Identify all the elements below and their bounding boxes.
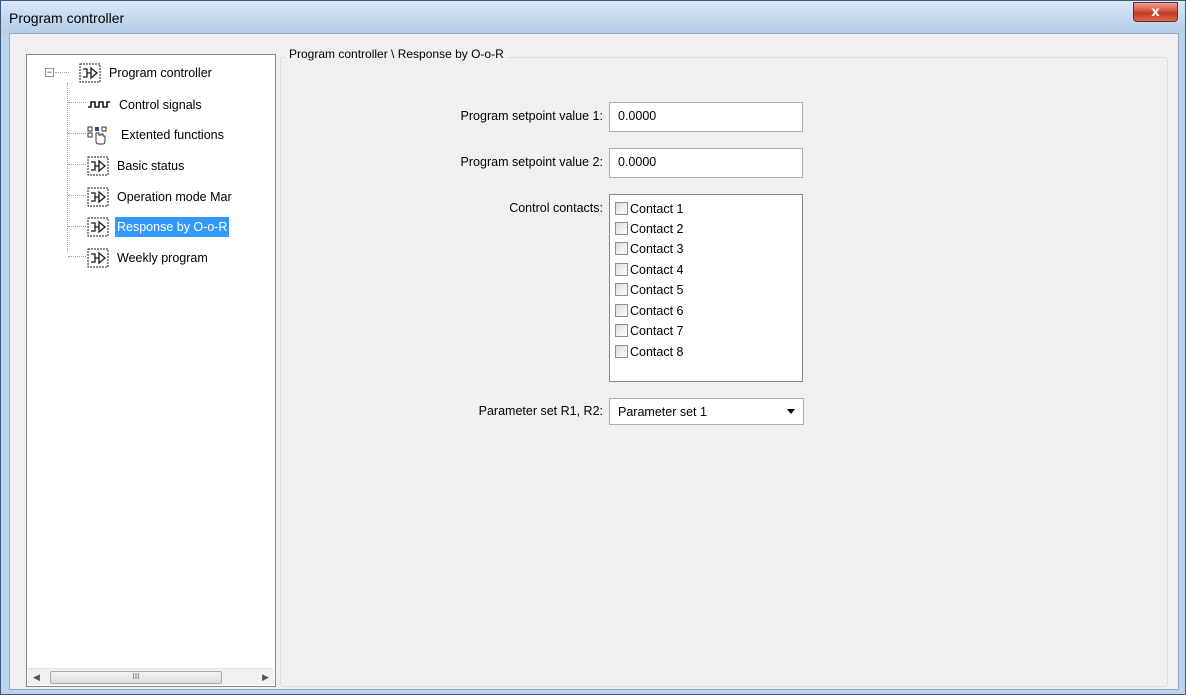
contact-2-checkbox[interactable]: Contact 2 bbox=[615, 218, 684, 239]
contact-7-checkbox[interactable]: Contact 7 bbox=[615, 320, 684, 341]
checkbox-icon[interactable] bbox=[615, 324, 628, 337]
scroll-left-icon[interactable]: ◀ bbox=[28, 669, 45, 686]
setpoint-1-field[interactable]: 0.0000 bbox=[609, 102, 803, 132]
program-controller-icon bbox=[79, 63, 101, 83]
tree-connector-line bbox=[68, 195, 86, 196]
contact-3-checkbox[interactable]: Contact 3 bbox=[615, 238, 684, 259]
tree-item-weekly-program[interactable]: Weekly program bbox=[87, 246, 210, 270]
checkbox-icon[interactable] bbox=[615, 222, 628, 235]
setpoint-1-label: Program setpoint value 1: bbox=[460, 109, 603, 123]
contact-label: Contact 1 bbox=[630, 201, 684, 216]
tree-item-label: Program controller bbox=[109, 66, 212, 80]
contact-1-checkbox[interactable]: Contact 1 bbox=[615, 198, 684, 219]
chevron-down-icon[interactable] bbox=[787, 409, 795, 414]
tree-connector-line bbox=[68, 256, 86, 257]
contact-4-checkbox[interactable]: Contact 4 bbox=[615, 259, 684, 280]
contact-8-checkbox[interactable]: Contact 8 bbox=[615, 341, 684, 362]
control-contacts-list[interactable]: Contact 1 Contact 2 Contact 3 Contact 4 … bbox=[609, 194, 803, 382]
tree-connector-line bbox=[67, 83, 68, 253]
tree-connector-line bbox=[68, 164, 86, 165]
contact-label: Contact 7 bbox=[630, 323, 684, 338]
hand-pointer-icon bbox=[87, 125, 113, 145]
title-bar[interactable]: Program controller x bbox=[1, 1, 1185, 33]
tree-item-control-signals[interactable]: Control signals bbox=[87, 93, 204, 117]
contact-label: Contact 4 bbox=[630, 262, 684, 277]
tree-item-label: Weekly program bbox=[117, 251, 208, 265]
collapse-toggle-icon[interactable]: − bbox=[45, 68, 54, 77]
tree-connector-line bbox=[68, 226, 86, 227]
tree-item-basic-status[interactable]: Basic status bbox=[87, 154, 186, 178]
program-controller-icon bbox=[87, 248, 109, 268]
checkbox-icon[interactable] bbox=[615, 304, 628, 317]
tree-item-extented-functions[interactable]: Extented functions bbox=[87, 123, 226, 147]
setpoint-2-label: Program setpoint value 2: bbox=[460, 155, 603, 169]
checkbox-icon[interactable] bbox=[615, 263, 628, 276]
program-controller-icon bbox=[87, 187, 109, 207]
scroll-right-icon[interactable]: ▶ bbox=[257, 669, 274, 686]
tree-item-program-controller[interactable]: Program controller bbox=[79, 61, 214, 85]
tree-connector-line bbox=[68, 133, 86, 134]
parameter-set-select[interactable]: Parameter set 1 bbox=[609, 398, 804, 425]
close-button[interactable]: x bbox=[1133, 2, 1178, 22]
program-controller-icon bbox=[87, 217, 109, 237]
tree-connector-line bbox=[55, 72, 69, 73]
navigation-tree[interactable]: − Program controller Control signals Ext… bbox=[26, 54, 276, 687]
pulse-signal-icon bbox=[87, 95, 111, 115]
parameter-set-label: Parameter set R1, R2: bbox=[478, 404, 603, 418]
tree-item-label: Extented functions bbox=[121, 128, 224, 142]
tree-item-label: Control signals bbox=[119, 98, 202, 112]
tree-item-label: Basic status bbox=[117, 159, 185, 173]
contact-6-checkbox[interactable]: Contact 6 bbox=[615, 300, 684, 321]
contact-label: Contact 6 bbox=[630, 303, 684, 318]
checkbox-icon[interactable] bbox=[615, 345, 628, 358]
setpoint-2-field[interactable]: 0.0000 bbox=[609, 148, 803, 178]
scroll-thumb[interactable]: III bbox=[50, 671, 222, 684]
checkbox-icon[interactable] bbox=[615, 242, 628, 255]
horizontal-scrollbar[interactable]: ◀ III ▶ bbox=[28, 668, 274, 685]
contact-label: Contact 3 bbox=[630, 241, 684, 256]
checkbox-icon[interactable] bbox=[615, 202, 628, 215]
checkbox-icon[interactable] bbox=[615, 283, 628, 296]
program-controller-icon bbox=[87, 156, 109, 176]
tree-item-operation-mode[interactable]: Operation mode Mar bbox=[87, 185, 277, 209]
tree-connector-line bbox=[68, 102, 86, 103]
window-title: Program controller bbox=[9, 10, 125, 26]
contact-label: Contact 8 bbox=[630, 344, 684, 359]
parameter-set-value: Parameter set 1 bbox=[618, 404, 707, 419]
tree-item-label: Operation mode Mar bbox=[117, 190, 232, 204]
contact-label: Contact 5 bbox=[630, 282, 684, 297]
contact-5-checkbox[interactable]: Contact 5 bbox=[615, 279, 684, 300]
contact-label: Contact 2 bbox=[630, 221, 684, 236]
group-title: Program controller \ Response by O-o-R bbox=[286, 47, 507, 61]
tree-item-label: Response by O-o-R bbox=[115, 217, 230, 237]
control-contacts-label: Control contacts: bbox=[509, 201, 603, 215]
tree-item-response-by-o-o-r[interactable]: Response by O-o-R bbox=[87, 215, 277, 239]
